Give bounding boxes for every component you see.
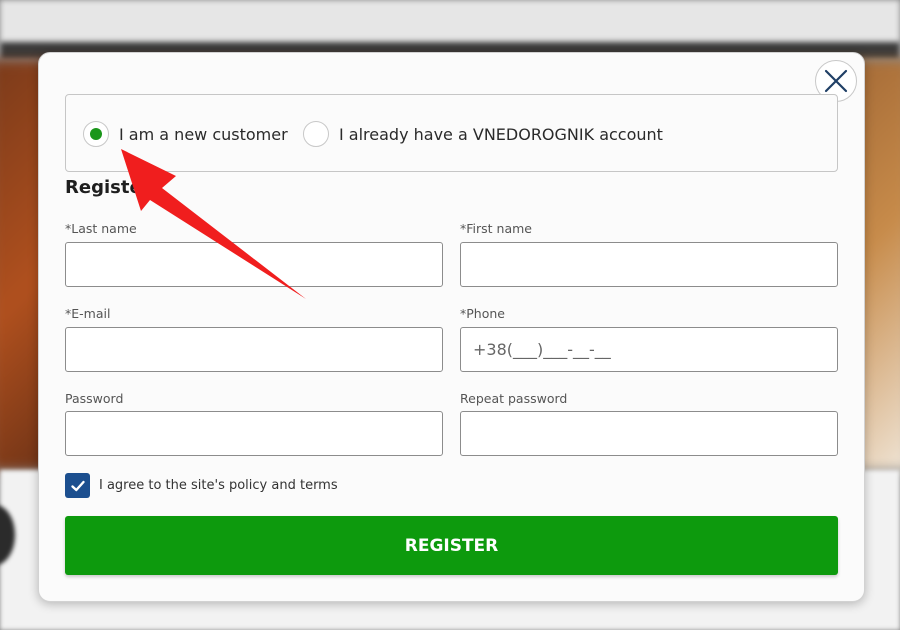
agree-checkbox[interactable] — [65, 473, 90, 498]
agree-terms-row: I agree to the site's policy and terms — [65, 473, 338, 498]
agree-terms-label: I agree to the site's policy and terms — [99, 478, 338, 493]
last-name-input[interactable] — [65, 242, 443, 287]
repeat-password-label: Repeat password — [460, 391, 568, 406]
section-title: Register — [65, 177, 151, 198]
password-input[interactable] — [65, 411, 443, 456]
radio-button-unselected[interactable] — [303, 121, 329, 147]
radio-button-selected[interactable] — [83, 121, 109, 147]
last-name-label: *Last name — [65, 221, 137, 236]
register-button[interactable]: REGISTER — [65, 516, 838, 575]
first-name-input[interactable] — [460, 242, 838, 287]
customer-type-selector: I am a new customer I already have a VNE… — [65, 94, 838, 172]
existing-account-radio[interactable]: I already have a VNEDOROGNIK account — [303, 119, 663, 149]
phone-label: *Phone — [460, 306, 505, 321]
radio-selected-dot — [90, 128, 102, 140]
existing-account-label: I already have a VNEDOROGNIK account — [339, 124, 663, 144]
new-customer-label: I am a new customer — [119, 124, 288, 144]
email-input[interactable] — [65, 327, 443, 372]
password-label: Password — [65, 391, 124, 406]
close-icon — [824, 69, 848, 93]
checkmark-icon — [70, 480, 85, 491]
new-customer-radio[interactable]: I am a new customer — [83, 119, 288, 149]
phone-input[interactable] — [460, 327, 838, 372]
repeat-password-input[interactable] — [460, 411, 838, 456]
email-label: *E-mail — [65, 306, 111, 321]
first-name-label: *First name — [460, 221, 532, 236]
